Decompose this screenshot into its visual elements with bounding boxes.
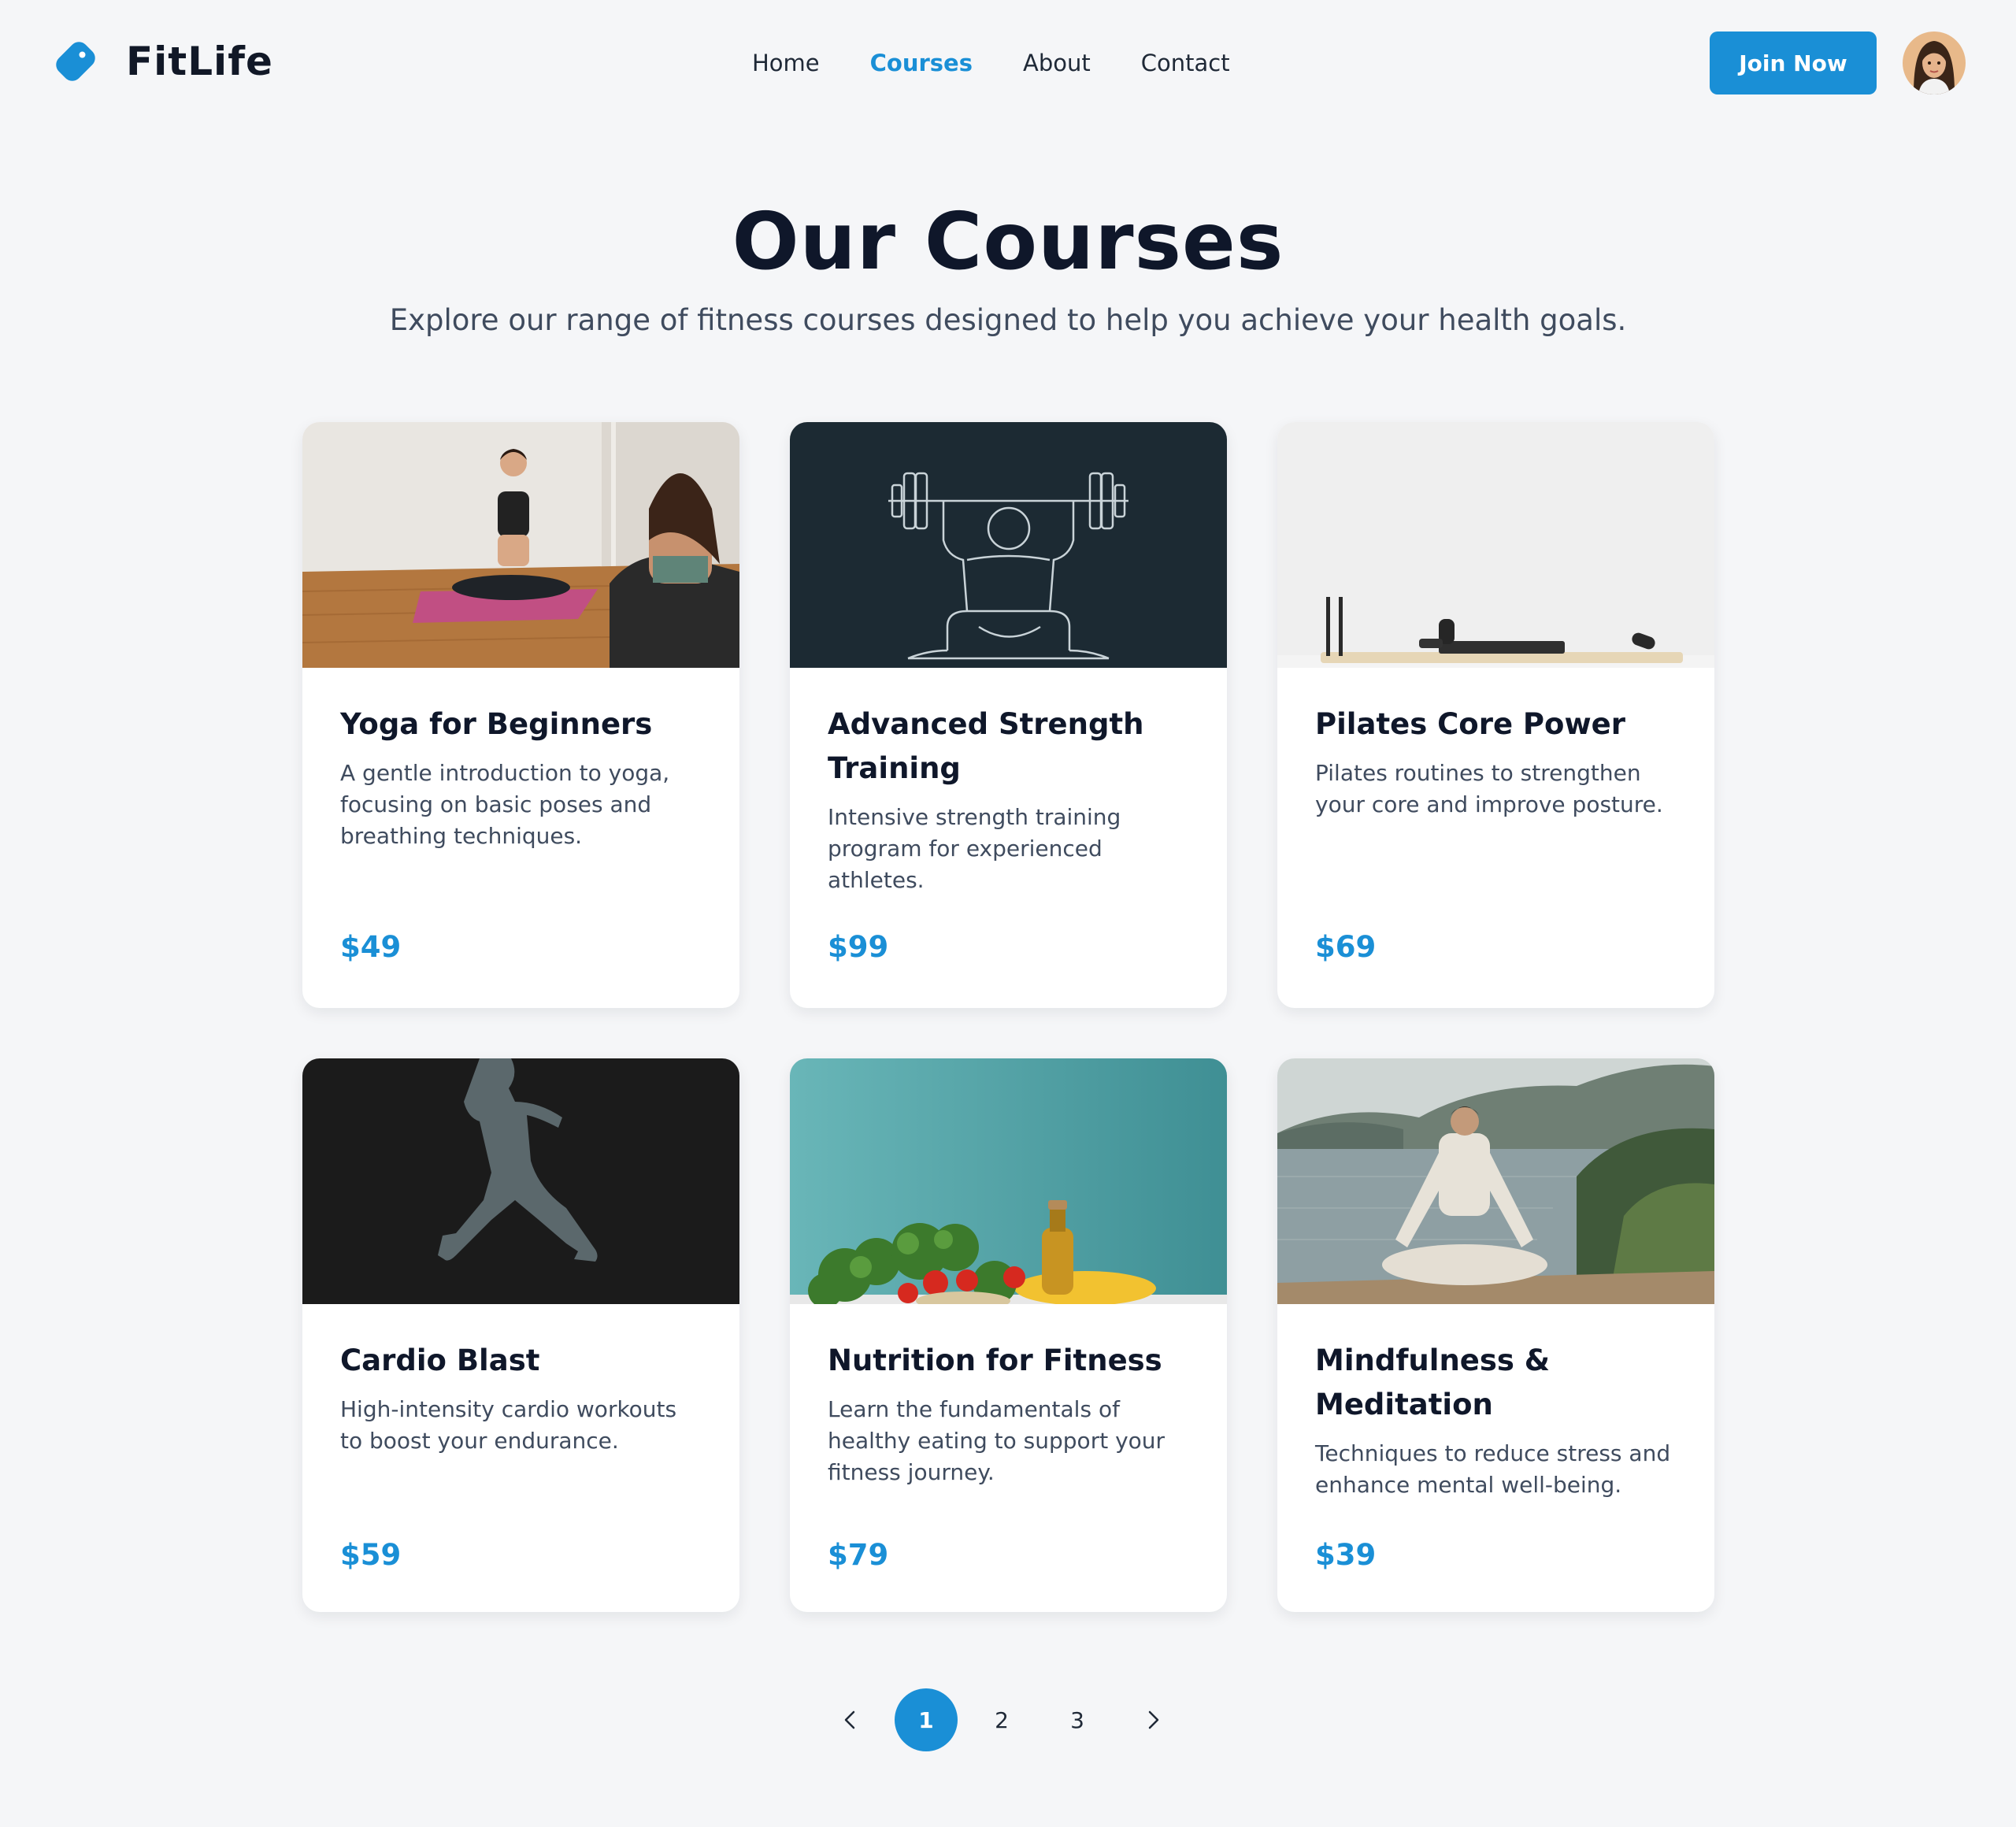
healthy-food-photo — [790, 1058, 1227, 1304]
yoga-class-photo — [302, 422, 739, 668]
nav-home[interactable]: Home — [752, 44, 820, 82]
course-description: Intensive strength training program for … — [828, 804, 1121, 893]
course-card-yoga[interactable]: Yoga for Beginners A gentle introduction… — [302, 422, 739, 1008]
chevron-right-icon — [1148, 1710, 1159, 1729]
page-subtitle: Explore our range of fitness courses des… — [389, 303, 1627, 337]
pilates-reformer-photo — [1277, 422, 1714, 668]
page-button-3[interactable]: 3 — [1046, 1688, 1109, 1751]
avatar-icon — [1903, 32, 1966, 94]
course-card-nutrition[interactable]: Nutrition for Fitness Learn the fundamen… — [790, 1058, 1227, 1612]
course-title: Mindfulness & Meditation — [1315, 1343, 1551, 1421]
course-price: $39 — [1315, 1538, 1377, 1572]
nav-about[interactable]: About — [1023, 44, 1091, 82]
pagination: 1 2 3 — [819, 1688, 1197, 1751]
course-description: High-intensity cardio workouts to boost … — [340, 1396, 677, 1454]
card-body: Nutrition for Fitness Learn the fundamen… — [790, 1304, 1227, 1488]
meditation-lake-photo — [1277, 1058, 1714, 1304]
brand-logo[interactable]: FitLife — [50, 36, 273, 87]
course-description: Pilates routines to strengthen your core… — [1315, 760, 1663, 817]
card-body: Pilates Core Power Pilates routines to s… — [1277, 668, 1714, 821]
page-title: Our Courses — [732, 195, 1284, 287]
course-price: $99 — [828, 930, 889, 964]
course-price: $79 — [828, 1538, 889, 1572]
course-title: Yoga for Beginners — [340, 707, 653, 741]
course-title: Nutrition for Fitness — [828, 1343, 1162, 1377]
course-description: Learn the fundamentals of healthy eating… — [828, 1396, 1166, 1485]
join-now-button[interactable]: Join Now — [1710, 32, 1877, 94]
next-page-button[interactable] — [1121, 1688, 1184, 1751]
card-body: Yoga for Beginners A gentle introduction… — [302, 668, 739, 852]
card-body: Advanced Strength Training Intensive str… — [790, 668, 1227, 896]
course-card-cardio[interactable]: Cardio Blast High-intensity cardio worko… — [302, 1058, 739, 1612]
course-price: $49 — [340, 930, 402, 964]
course-description: Techniques to reduce stress and enhance … — [1315, 1440, 1671, 1498]
user-avatar[interactable] — [1903, 32, 1966, 94]
barbell-lifter-illustration — [790, 422, 1227, 668]
prev-page-button[interactable] — [819, 1688, 882, 1751]
course-price: $59 — [340, 1538, 402, 1572]
site-header: FitLife Home Courses About Contact Join … — [0, 0, 2016, 126]
tag-icon — [56, 42, 95, 81]
course-description: A gentle introduction to yoga, focusing … — [340, 760, 670, 849]
course-title: Advanced Strength Training — [828, 707, 1144, 785]
card-body: Mindfulness & Meditation Techniques to r… — [1277, 1304, 1714, 1501]
page-button-2[interactable]: 2 — [970, 1688, 1033, 1751]
chevron-left-icon — [844, 1710, 855, 1729]
main-nav: Home Courses About Contact — [752, 44, 1280, 82]
card-body: Cardio Blast High-intensity cardio worko… — [302, 1304, 739, 1457]
page-button-1[interactable]: 1 — [895, 1688, 958, 1751]
course-card-strength[interactable]: Advanced Strength Training Intensive str… — [790, 422, 1227, 1008]
nav-courses[interactable]: Courses — [870, 44, 973, 82]
course-title: Cardio Blast — [340, 1343, 540, 1377]
course-card-mindfulness[interactable]: Mindfulness & Meditation Techniques to r… — [1277, 1058, 1714, 1612]
nav-contact[interactable]: Contact — [1141, 44, 1230, 82]
brand-name: FitLife — [126, 39, 273, 84]
course-price: $69 — [1315, 930, 1377, 964]
course-card-pilates[interactable]: Pilates Core Power Pilates routines to s… — [1277, 422, 1714, 1008]
runner-silhouette — [302, 1058, 739, 1304]
course-title: Pilates Core Power — [1315, 707, 1625, 741]
